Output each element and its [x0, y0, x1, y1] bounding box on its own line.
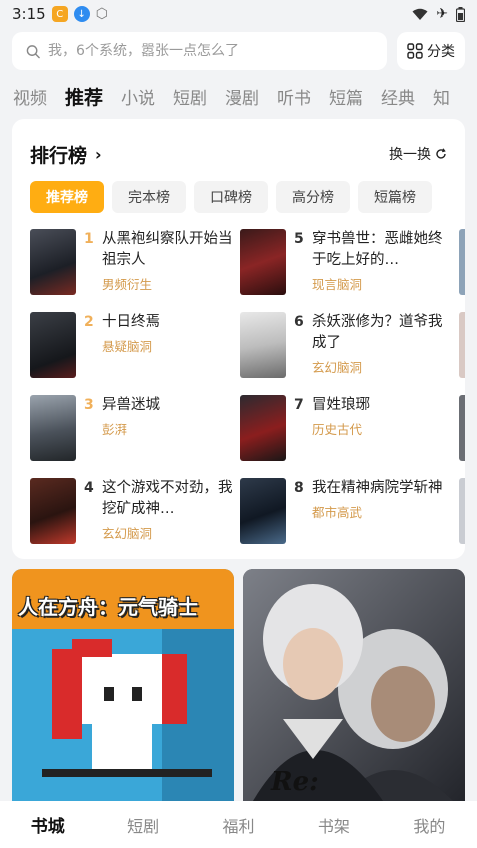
tab-knowledge[interactable]: 知	[433, 84, 450, 109]
bottom-nav: 书城 短剧 福利 书架 我的	[0, 801, 477, 848]
book-title: 杀妖涨修为？道爷我成了	[312, 314, 443, 351]
status-time: 3:15	[12, 5, 46, 23]
book-title: 穿书兽世：恶雌她终于吃上好的…	[312, 231, 443, 268]
rank-tab-completed[interactable]: 完本榜	[112, 181, 186, 213]
book-cover-peek	[459, 229, 465, 295]
rank-tab-recommend[interactable]: 推荐榜	[30, 181, 104, 213]
book-item[interactable]: 6 杀妖涨修为？道爷我成了 玄幻脑洞	[240, 312, 445, 378]
rank-tab-reputation[interactable]: 口碑榜	[194, 181, 268, 213]
tab-comic-drama[interactable]: 漫剧	[225, 84, 259, 109]
refresh-label: 换一换	[389, 147, 431, 163]
tab-short-drama[interactable]: 短剧	[173, 84, 207, 109]
book-genre: 现言脑洞	[312, 277, 363, 292]
ranking-header: 排行榜 › 换一换	[30, 141, 447, 167]
book-cover	[30, 229, 76, 295]
book-item[interactable]: 2 十日终焉 悬疑脑洞	[30, 312, 235, 378]
grid-icon	[407, 43, 423, 59]
category-button[interactable]: 分类	[397, 32, 465, 70]
rank-tab-short[interactable]: 短篇榜	[358, 181, 432, 213]
chevron-right-icon[interactable]: ›	[95, 145, 102, 164]
search-icon	[26, 44, 40, 58]
book-item[interactable]: 1 从黑袍纠察队开始当祖宗人 男频衍生	[30, 229, 235, 295]
refresh-icon	[436, 148, 446, 159]
book-title: 冒姓琅琊	[312, 397, 370, 413]
search-input[interactable]	[48, 43, 373, 59]
book-cover	[240, 395, 286, 461]
tab-short-story[interactable]: 短篇	[329, 84, 363, 109]
book-genre: 男频衍生	[102, 277, 153, 292]
airplane-icon: ✈	[436, 6, 448, 22]
book-rank: 8	[294, 480, 304, 496]
book-item[interactable]: 5 穿书兽世：恶雌她终于吃上好的… 现言脑洞	[240, 229, 445, 295]
rank-tab-high-score[interactable]: 高分榜	[276, 181, 350, 213]
book-genre: 悬疑脑洞	[102, 339, 153, 354]
ranking-card: 排行榜 › 换一换 推荐榜 完本榜 口碑榜 高分榜 短篇榜 1 从黑袍纠察队开始…	[12, 119, 465, 559]
book-cover	[30, 312, 76, 378]
download-icon: ↓	[73, 6, 90, 22]
book-cover	[30, 478, 76, 544]
book-title: 从黑袍纠察队开始当祖宗人	[102, 231, 233, 268]
feature-text-right: Re:	[271, 767, 319, 797]
book-genre: 玄幻脑洞	[102, 526, 153, 541]
app-c-icon: C	[51, 6, 68, 22]
status-bar: 3:15 C ↓ ⬡ ✈	[0, 0, 477, 28]
book-rank: 6	[294, 314, 304, 330]
book-cover	[240, 312, 286, 378]
battery-icon	[456, 6, 465, 22]
tab-classic[interactable]: 经典	[381, 84, 415, 109]
feature-card-left[interactable]: 人在方舟：元气骑士	[12, 569, 234, 801]
ranking-title[interactable]: 排行榜	[30, 141, 87, 168]
book-cover-peek	[459, 395, 465, 461]
search-row: 分类	[12, 32, 465, 70]
book-rank: 5	[294, 231, 304, 247]
nav-bookshelf[interactable]: 书架	[286, 813, 381, 837]
tab-recommend[interactable]: 推荐	[65, 83, 103, 110]
nav-welfare[interactable]: 福利	[191, 813, 286, 837]
cube-icon: ⬡	[95, 6, 108, 22]
book-cover	[240, 229, 286, 295]
channel-tabs: 视频 推荐 小说 短剧 漫剧 听书 短篇 经典 知	[0, 80, 477, 112]
book-cover	[30, 395, 76, 461]
feature-card-right[interactable]: Re:	[243, 569, 465, 801]
book-item[interactable]: 8 我在精神病院学斩神 都市高武	[240, 478, 445, 544]
tab-video[interactable]: 视频	[13, 84, 47, 109]
book-rank: 3	[84, 397, 94, 413]
book-rank: 7	[294, 397, 304, 413]
ranking-tabs: 推荐榜 完本榜 口碑榜 高分榜 短篇榜	[30, 181, 432, 213]
book-cover-peek	[459, 312, 465, 378]
feature-title-left: 人在方舟：元气骑士	[18, 595, 198, 619]
nav-short-drama[interactable]: 短剧	[95, 813, 190, 837]
category-label: 分类	[427, 44, 455, 60]
search-box[interactable]	[12, 32, 387, 70]
nav-bookstore[interactable]: 书城	[0, 812, 95, 837]
book-cover-peek	[459, 478, 465, 544]
book-title: 我在精神病院学斩神	[312, 480, 443, 496]
book-genre: 都市高武	[312, 505, 363, 520]
tab-audiobook[interactable]: 听书	[277, 84, 311, 109]
book-genre: 彭湃	[102, 422, 128, 437]
book-title: 这个游戏不对劲，我挖矿成神…	[102, 480, 233, 517]
wifi-icon	[412, 8, 428, 20]
book-rank: 2	[84, 314, 94, 330]
tab-novel[interactable]: 小说	[121, 84, 155, 109]
book-genre: 历史古代	[312, 422, 363, 437]
book-rank: 1	[84, 231, 94, 247]
book-item[interactable]: 4 这个游戏不对劲，我挖矿成神… 玄幻脑洞	[30, 478, 235, 544]
book-genre: 玄幻脑洞	[312, 360, 363, 375]
nav-mine[interactable]: 我的	[382, 813, 477, 837]
book-item[interactable]: 3 异兽迷城 彭湃	[30, 395, 235, 461]
book-title: 十日终焉	[102, 314, 160, 330]
book-item[interactable]: 7 冒姓琅琊 历史古代	[240, 395, 445, 461]
book-rank: 4	[84, 480, 94, 496]
book-title: 异兽迷城	[102, 397, 160, 413]
refresh-button[interactable]: 换一换	[389, 144, 447, 164]
book-cover	[240, 478, 286, 544]
